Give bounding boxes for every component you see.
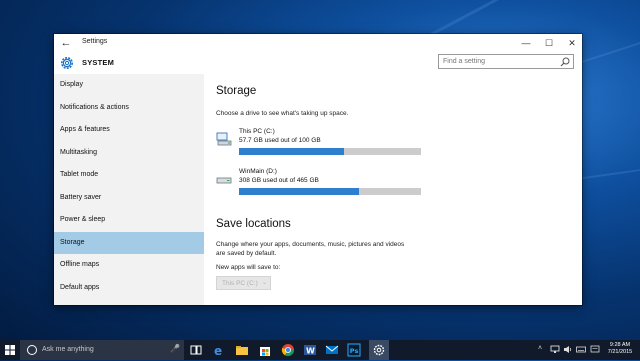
hard-drive-icon xyxy=(216,177,232,184)
settings-window: ← Settings — ☐ ✕ SYSTEM Find a setting D… xyxy=(54,34,582,305)
title-bar: ← Settings — ☐ ✕ xyxy=(54,34,582,52)
sidebar-item-apps-features[interactable]: Apps & features xyxy=(54,119,204,141)
svg-text:W: W xyxy=(306,347,315,356)
page-title: Storage xyxy=(216,85,257,97)
window-title: Settings xyxy=(82,38,108,45)
sidebar-item-offline-maps[interactable]: Offline maps xyxy=(54,254,204,276)
gear-icon xyxy=(61,57,73,69)
drive-name: WinMain (D:) xyxy=(239,168,277,175)
cortana-icon xyxy=(27,345,37,355)
drive-name: This PC (C:) xyxy=(239,128,275,135)
drive-usage: 308 GB used out of 465 GB xyxy=(239,177,319,184)
sidebar-item-default-apps[interactable]: Default apps xyxy=(54,277,204,299)
storage-usage-fill xyxy=(239,148,344,155)
keyboard-icon[interactable] xyxy=(576,345,586,356)
task-view-icon[interactable] xyxy=(189,343,203,357)
windows-start-icon[interactable] xyxy=(0,340,20,360)
clock-time: 9:28 AM xyxy=(609,342,631,348)
back-arrow-icon[interactable]: ← xyxy=(60,37,72,49)
microphone-icon[interactable]: 🎤 xyxy=(170,344,180,353)
search-input[interactable]: Find a setting xyxy=(438,54,574,69)
main-content: Storage Choose a drive to see what's tak… xyxy=(204,74,582,305)
chevron-up-icon[interactable]: ˄ xyxy=(538,345,542,352)
network-icon[interactable] xyxy=(550,345,560,356)
taskbar-search-box[interactable]: Ask me anything 🎤 xyxy=(20,340,184,360)
action-center-icon[interactable] xyxy=(590,345,600,356)
sidebar-item-power-sleep[interactable]: Power & sleep xyxy=(54,209,204,231)
drive-d[interactable]: WinMain (D:) 308 GB used out of 465 GB xyxy=(216,168,576,200)
chevron-down-icon: ⌄ xyxy=(261,280,267,286)
taskbar-search-placeholder: Ask me anything xyxy=(42,346,94,353)
photoshop-icon[interactable]: Ps xyxy=(347,343,361,357)
save-locations-heading: Save locations xyxy=(216,218,291,230)
settings-app-icon[interactable] xyxy=(372,343,386,357)
new-apps-save-dropdown[interactable]: This PC (C:) ⌄ xyxy=(216,276,271,290)
minimize-button[interactable]: — xyxy=(518,36,534,50)
maximize-button[interactable]: ☐ xyxy=(541,36,557,50)
search-icon[interactable] xyxy=(560,57,570,67)
storage-usage-bar xyxy=(239,188,421,195)
word-icon[interactable]: W xyxy=(303,343,317,357)
sidebar-item-storage[interactable]: Storage xyxy=(54,231,204,254)
svg-text:Ps: Ps xyxy=(350,347,359,355)
sidebar: Display Notifications & actions Apps & f… xyxy=(54,74,204,305)
settings-header: SYSTEM Find a setting xyxy=(54,52,582,74)
save-locations-description-2: are saved by default. xyxy=(216,250,277,257)
section-title: SYSTEM xyxy=(82,58,115,67)
search-placeholder: Find a setting xyxy=(443,58,486,65)
svg-text:e: e xyxy=(214,344,222,357)
drive-c[interactable]: This PC (C:) 57.7 GB used out of 100 GB xyxy=(216,128,576,160)
outlook-icon[interactable] xyxy=(325,343,339,357)
clock-date: 7/21/2015 xyxy=(607,349,633,355)
save-locations-description: Change where your apps, documents, music… xyxy=(216,241,405,248)
pc-drive-icon xyxy=(216,132,232,146)
dropdown-value: This PC (C:) xyxy=(222,280,258,287)
sidebar-item-notifications[interactable]: Notifications & actions xyxy=(54,97,204,119)
taskbar: Ask me anything 🎤 e W Ps ˄ 9:28 AM 7/21/… xyxy=(0,340,640,360)
page-description: Choose a drive to see what's taking up s… xyxy=(216,110,349,117)
storage-usage-fill xyxy=(239,188,360,195)
new-apps-label: New apps will save to: xyxy=(216,264,281,271)
edge-browser-icon[interactable]: e xyxy=(212,343,226,358)
storage-usage-bar xyxy=(239,148,421,155)
drive-usage: 57.7 GB used out of 100 GB xyxy=(239,137,321,144)
store-icon[interactable] xyxy=(258,343,272,357)
clock[interactable]: 9:28 AM 7/21/2015 xyxy=(602,342,638,356)
sidebar-item-battery-saver[interactable]: Battery saver xyxy=(54,187,204,209)
sidebar-item-multitasking[interactable]: Multitasking xyxy=(54,142,204,164)
volume-icon[interactable] xyxy=(563,345,573,356)
sidebar-item-display[interactable]: Display xyxy=(54,74,204,96)
chrome-icon[interactable] xyxy=(281,343,295,357)
close-button[interactable]: ✕ xyxy=(564,36,580,50)
sidebar-item-tablet-mode[interactable]: Tablet mode xyxy=(54,164,204,186)
file-explorer-icon[interactable] xyxy=(235,343,249,357)
